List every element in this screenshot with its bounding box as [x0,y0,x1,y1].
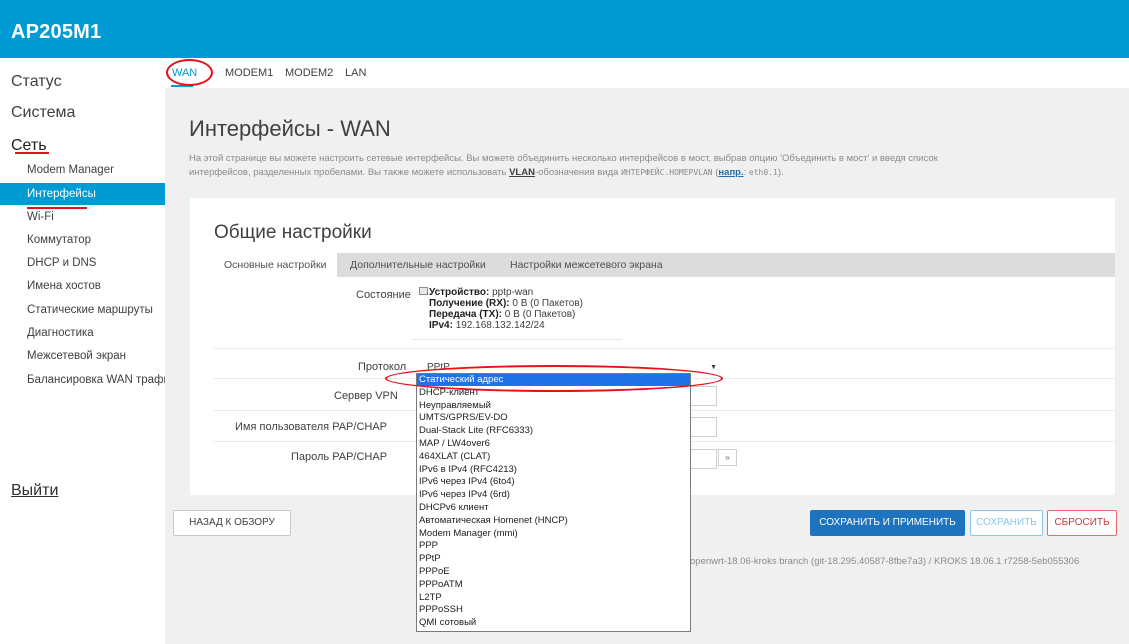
dropdown-option[interactable]: PPPoATM [417,579,690,591]
tab-lan[interactable]: LAN [345,67,366,79]
rx-label: Получение (RX): [429,298,510,309]
sidebar-item-wan-balancing[interactable]: Балансировка WAN трафик [0,369,165,391]
dropdown-option[interactable]: UMTS/GPRS/EV-DO [417,412,690,424]
protocol-label: Протокол [358,361,407,373]
sidebar-item-status[interactable]: Статус [11,73,62,91]
dropdown-option[interactable]: DHCPv6 клиент [417,502,690,514]
settings-subtabs: Основные настройки Дополнительные настро… [213,253,1115,277]
page-title: Интерфейсы - WAN [189,116,391,141]
username-label: Имя пользователя PAP/CHAP [235,421,388,433]
password-label: Пароль PAP/CHAP [291,451,388,463]
dropdown-option[interactable]: L2TP [417,592,690,604]
status-label: Состояние [356,289,411,301]
save-button[interactable]: СОХРАНИТЬ [970,510,1043,536]
vpn-server-label: Сервер VPN [334,390,398,402]
interface-tabs: WAN MODEM1 MODEM2 LAN [165,58,1129,88]
footer-version: openwrt-18.06-kroks branch (git-18.295.4… [690,556,1080,567]
dropdown-option[interactable]: PPtP [417,553,690,565]
sidebar-item-system[interactable]: Система [11,104,75,122]
reveal-password-icon[interactable]: » [718,449,737,466]
desc-text: ). [777,167,784,178]
sidebar-item-diagnostics[interactable]: Диагностика [0,322,165,344]
annotation-underline-interfaces [27,207,87,209]
dropdown-option[interactable]: PPPoSSH [417,604,690,616]
protocol-dropdown-list[interactable]: Статический адрес DHCP-клиент Неуправляе… [416,373,691,632]
device-value: pptp-wan [492,287,534,298]
top-header: AP205M1 [0,0,1129,58]
save-apply-button[interactable]: СОХРАНИТЬ И ПРИМЕНИТЬ [810,510,965,536]
page-description-line-1: На этой странице вы можете настроить сет… [189,153,938,164]
sidebar-item-hostnames[interactable]: Имена хостов [0,275,165,297]
device-label: Устройство: [429,287,490,298]
dropdown-option[interactable]: Автоматическая Homenet (HNCP) [417,515,690,527]
sidebar-item-switch[interactable]: Коммутатор [0,229,165,251]
dropdown-option[interactable]: MAP / LW4over6 [417,438,690,450]
section-title: Общие настройки [214,222,372,243]
example-link[interactable]: напр. [718,167,743,178]
dropdown-option[interactable]: IPv6 в IPv4 (RFC4213) [417,464,690,476]
reset-button[interactable]: СБРОСИТЬ [1047,510,1117,536]
desc-text: интерфейсов, разделенных пробелами. Вы т… [189,167,510,178]
tab-modem2[interactable]: MODEM2 [285,67,333,79]
dropdown-option[interactable]: QMI сотовый [417,617,690,629]
desc-mono-example: eth0.1 [748,168,778,177]
dropdown-option[interactable]: Dual-Stack Lite (RFC6333) [417,425,690,437]
sidebar-item-wifi[interactable]: Wi-Fi [0,206,165,228]
dropdown-option[interactable]: Неуправляемый [417,400,690,412]
dropdown-arrow-icon: ▼ [710,364,717,371]
page-description-line-2: интерфейсов, разделенных пробелами. Вы т… [189,166,1089,180]
brand-title[interactable]: AP205M1 [11,21,101,44]
desc-mono: ИНТЕРФЕЙС.НОМЕРVLAN [621,168,713,177]
annotation-underline-network [15,152,49,154]
dropdown-option[interactable]: IPv6 через IPv4 (6rd) [417,489,690,501]
row-separator [213,348,1115,349]
subtab-advanced[interactable]: Дополнительные настройки [339,253,497,277]
network-device-icon [419,287,428,295]
desc-text: -обозначения вида [534,167,622,178]
dropdown-option[interactable]: IPv6 через IPv4 (6to4) [417,476,690,488]
tx-value: 0 B (0 Пакетов) [504,309,576,320]
rx-value: 0 B (0 Пакетов) [512,298,583,309]
sidebar-item-firewall[interactable]: Межсетевой экран [0,345,165,367]
logout-link[interactable]: Выйти [11,482,58,500]
dropdown-option[interactable]: PPP [417,540,690,552]
subtab-basic[interactable]: Основные настройки [213,253,338,277]
tx-label: Передача (TX): [429,309,502,320]
annotation-ellipse-wan [166,59,213,86]
sidebar-item-static-routes[interactable]: Статические маршруты [0,299,165,321]
sidebar: Статус Система Сеть Modem Manager Интерф… [0,58,165,644]
back-to-overview-button[interactable]: НАЗАД К ОБЗОРУ [173,510,291,536]
dropdown-option[interactable]: Modem Manager (mmi) [417,528,690,540]
vlan-link[interactable]: VLAN [509,167,535,178]
dropdown-option[interactable]: PPPoE [417,566,690,578]
ipv4-value: 192.168.132.142/24 [455,320,545,331]
sidebar-item-modem-manager[interactable]: Modem Manager [0,159,165,181]
sidebar-item-interfaces[interactable]: Интерфейсы [0,183,165,205]
ipv4-label: IPv4: [429,320,453,331]
page-description: На этой странице вы можете настроить сет… [189,152,1089,180]
subtab-firewall[interactable]: Настройки межсетевого экрана [499,253,674,277]
annotation-ellipse-static [385,365,723,392]
tab-modem1[interactable]: MODEM1 [225,67,273,79]
sidebar-item-dhcp-dns[interactable]: DHCP и DNS [0,252,165,274]
dropdown-option[interactable]: 464XLAT (CLAT) [417,451,690,463]
status-box: Устройство: pptp-wan Получение (RX): 0 B… [412,284,622,340]
